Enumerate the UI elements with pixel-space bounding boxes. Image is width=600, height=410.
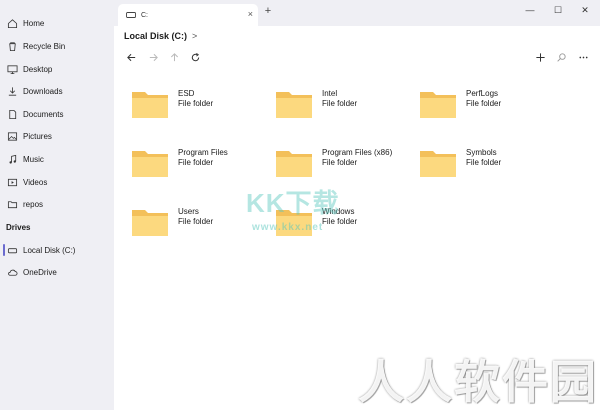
sidebar-item-label: Home [23, 18, 45, 28]
folder-type: File folder [466, 99, 502, 108]
sidebar-item-label: OneDrive [23, 267, 57, 277]
folder-name: Symbols [466, 148, 497, 157]
back-button[interactable] [124, 50, 138, 64]
sidebar-item-repos[interactable]: repos [0, 194, 114, 214]
close-tab-icon[interactable]: × [248, 9, 253, 19]
chevron-right-icon[interactable]: > [192, 31, 197, 41]
arrow-up-icon [170, 52, 178, 61]
videos-icon [7, 177, 18, 188]
folder-type: File folder [322, 158, 358, 167]
forward-button[interactable] [146, 50, 160, 64]
folder-item-program-files[interactable]: Program Files File folder [131, 148, 271, 188]
folder-name: Intel [322, 89, 338, 98]
arrow-left-icon [126, 53, 135, 61]
folder-icon [419, 89, 457, 119]
folder-type: File folder [178, 99, 214, 108]
sidebar-item-downloads[interactable]: Downloads [0, 81, 114, 101]
tab-title: C: [141, 11, 148, 19]
folder-type: File folder [466, 158, 502, 167]
folder-name: Program Files [178, 148, 228, 157]
folder-icon [275, 148, 313, 178]
sidebar-item-label: repos [23, 199, 44, 209]
folder-icon [131, 89, 169, 119]
folder-item-symbols[interactable]: Symbols File folder [419, 148, 559, 188]
tab-local-disk[interactable]: C: × [118, 4, 258, 26]
breadcrumb-location[interactable]: Local Disk (C:) [124, 31, 187, 41]
cloud-icon [7, 267, 18, 278]
search-button[interactable] [554, 50, 568, 64]
sidebar-item-documents[interactable]: Documents [0, 104, 114, 124]
file-explorer-window: C: × + — ☐ ✕ Home Recycle Bin Desktop Do… [0, 0, 600, 410]
sidebar-item-label: Documents [23, 109, 64, 119]
sidebar-item-music[interactable]: Music [0, 149, 114, 169]
arrow-right-icon [149, 53, 158, 61]
folder-name: Users [178, 207, 199, 216]
pictures-icon [7, 131, 18, 142]
minimize-button[interactable]: — [520, 4, 540, 16]
sidebar-item-label: Videos [23, 177, 48, 187]
folder-item-intel[interactable]: Intel File folder [275, 89, 415, 129]
selection-indicator [3, 244, 5, 256]
folder-name: ESD [178, 89, 195, 98]
more-icon [578, 56, 588, 58]
sidebar-item-recycle-bin[interactable]: Recycle Bin [0, 36, 114, 56]
watermark-kk-url: www.kkx.net [252, 222, 324, 233]
sidebar-item-videos[interactable]: Videos [0, 172, 114, 192]
sidebar-item-label: Recycle Bin [23, 41, 66, 51]
tab-strip: C: × + — ☐ ✕ [114, 0, 600, 26]
sidebar-item-onedrive[interactable]: OneDrive [0, 262, 114, 282]
folder-item-perflogs[interactable]: PerfLogs File folder [419, 89, 559, 129]
downloads-icon [7, 86, 18, 97]
folder-type: File folder [178, 158, 214, 167]
sidebar: Home Recycle Bin Desktop Downloads Docum… [0, 0, 114, 410]
breadcrumb[interactable]: Local Disk (C:) > [124, 31, 197, 41]
folder-item-program-files-x86[interactable]: Program Files (x86) File folder [275, 148, 415, 188]
folder-icon [7, 199, 18, 210]
desktop-icon [7, 64, 18, 75]
sidebar-item-home[interactable]: Home [0, 13, 114, 33]
new-tab-button[interactable]: + [261, 5, 275, 17]
sidebar-item-local-disk[interactable]: Local Disk (C:) [0, 240, 114, 260]
music-icon [7, 154, 18, 165]
drive-icon [126, 11, 136, 19]
sidebar-item-label: Local Disk (C:) [23, 245, 76, 255]
folder-type: File folder [322, 99, 358, 108]
plus-icon [535, 52, 545, 62]
folder-name: Program Files (x86) [322, 148, 393, 157]
folder-icon [131, 148, 169, 178]
refresh-button[interactable] [188, 50, 202, 64]
documents-icon [7, 109, 18, 120]
sidebar-item-label: Music [23, 154, 44, 164]
folder-item-esd[interactable]: ESD File folder [131, 89, 271, 129]
sidebar-item-label: Downloads [23, 86, 63, 96]
sidebar-item-label: Desktop [23, 64, 53, 74]
folder-type: File folder [178, 217, 214, 226]
watermark-kk-logo: KK下载 [246, 188, 340, 218]
sidebar-item-desktop[interactable]: Desktop [0, 59, 114, 79]
drive-icon [7, 245, 18, 256]
new-item-button[interactable] [533, 50, 547, 64]
maximize-button[interactable]: ☐ [548, 4, 568, 16]
folder-icon [275, 89, 313, 119]
home-icon [7, 18, 18, 29]
search-icon [556, 52, 566, 62]
recycle-bin-icon [7, 41, 18, 52]
drives-section-label: Drives [6, 223, 31, 232]
folder-icon [419, 148, 457, 178]
close-window-button[interactable]: ✕ [575, 4, 595, 16]
more-options-button[interactable] [576, 50, 590, 64]
folder-name: PerfLogs [466, 89, 499, 98]
refresh-icon [191, 52, 199, 61]
up-button[interactable] [167, 50, 181, 64]
sidebar-item-label: Pictures [23, 131, 52, 141]
sidebar-item-pictures[interactable]: Pictures [0, 126, 114, 146]
folder-icon [131, 207, 169, 237]
watermark-bottom: 人人软件园 [358, 356, 598, 408]
